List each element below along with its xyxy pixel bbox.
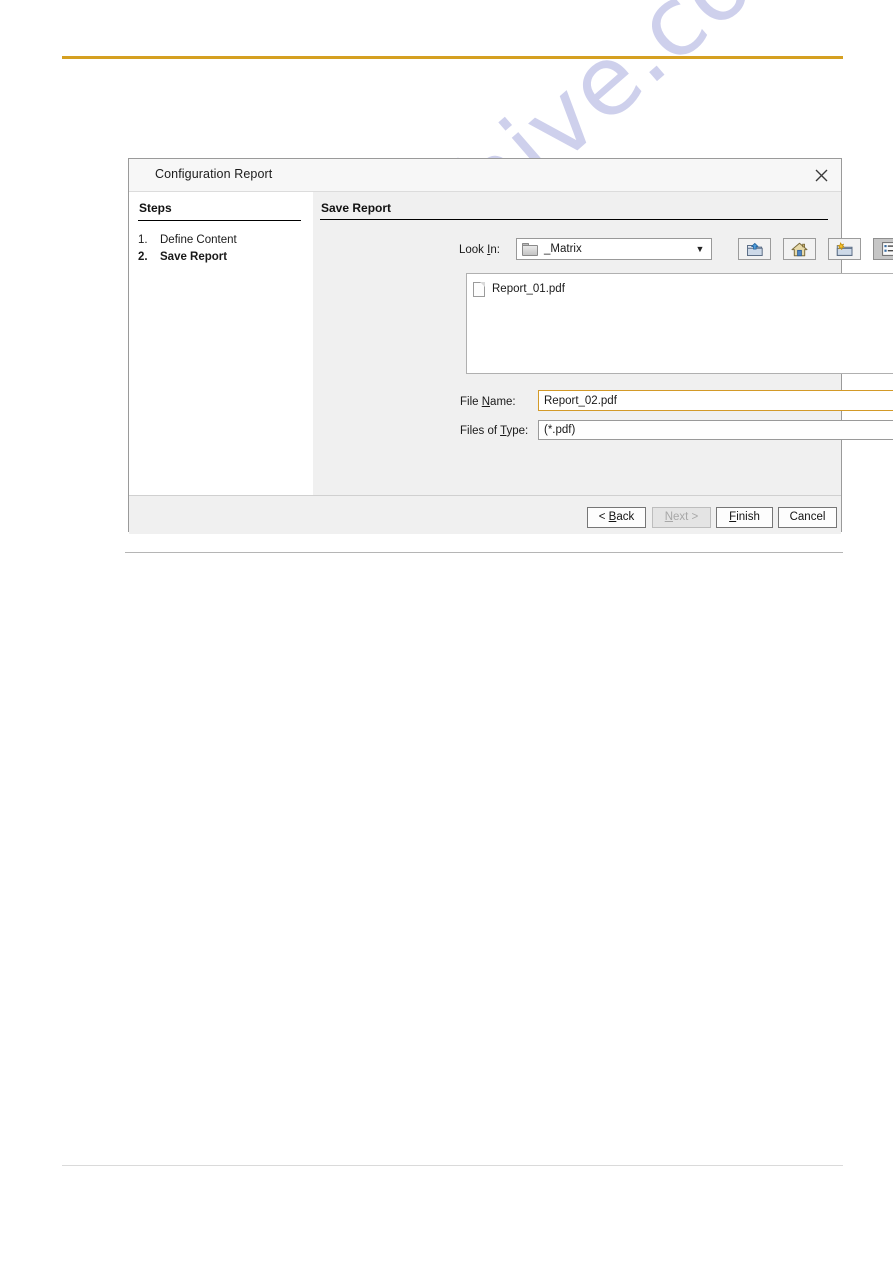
save-report-pane: Save Report Look In: _Matrix ▼ Report_01… [313, 192, 893, 531]
files-of-type-value: (*.pdf) [544, 424, 576, 436]
section-heading: Save Report [321, 201, 392, 215]
list-item[interactable]: Report_01.pdf [467, 274, 893, 299]
file-list[interactable]: Report_01.pdf [466, 273, 893, 374]
steps-heading: Steps [139, 201, 172, 215]
file-name-field-label: File Name: [460, 396, 516, 408]
page-header-rule [62, 56, 843, 59]
list-view-icon[interactable] [873, 238, 893, 260]
dialog-title: Configuration Report [155, 167, 273, 181]
steps-heading-rule [138, 220, 301, 221]
back-button[interactable]: < Back [587, 507, 646, 528]
step-number: 1. [138, 234, 148, 246]
next-button[interactable]: Next > [652, 507, 711, 528]
finish-button[interactable]: Finish [716, 507, 773, 528]
dialog-body: Steps 1. Define Content 2. Save Report S… [129, 192, 893, 534]
step-item-save-report: 2. Save Report [138, 249, 308, 266]
cancel-button[interactable]: Cancel [778, 507, 837, 528]
create-new-folder-icon[interactable] [828, 238, 861, 260]
document-icon [473, 281, 485, 297]
look-in-label: Look In: [459, 244, 500, 256]
file-name-input[interactable] [538, 390, 893, 411]
look-in-value: _Matrix [544, 243, 582, 255]
section-heading-rule [320, 219, 828, 220]
file-name-label: Report_01.pdf [492, 283, 565, 295]
look-in-dropdown[interactable]: _Matrix ▼ [516, 238, 712, 260]
step-number: 2. [138, 251, 148, 263]
files-of-type-label: Files of Type: [460, 425, 529, 437]
steps-pane: Steps 1. Define Content 2. Save Report [129, 192, 313, 495]
step-label: Save Report [160, 251, 228, 263]
folder-icon [522, 242, 538, 256]
page-section-rule [125, 552, 843, 553]
step-label: Define Content [160, 234, 237, 246]
configuration-report-dialog: Configuration Report Steps 1. Define Con… [128, 158, 893, 534]
steps-list: 1. Define Content 2. Save Report [138, 232, 308, 266]
step-item-define-content: 1. Define Content [138, 232, 308, 249]
chevron-down-icon: ▼ [695, 243, 705, 254]
up-one-level-icon[interactable] [738, 238, 771, 260]
files-of-type-dropdown[interactable]: (*.pdf) ▼ [538, 420, 893, 440]
home-icon[interactable] [783, 238, 816, 260]
close-icon[interactable] [809, 163, 833, 187]
dialog-titlebar: Configuration Report [129, 159, 841, 192]
dialog-button-bar: < Back Next > Finish Cancel [129, 495, 841, 534]
page-footer-rule [62, 1165, 843, 1166]
